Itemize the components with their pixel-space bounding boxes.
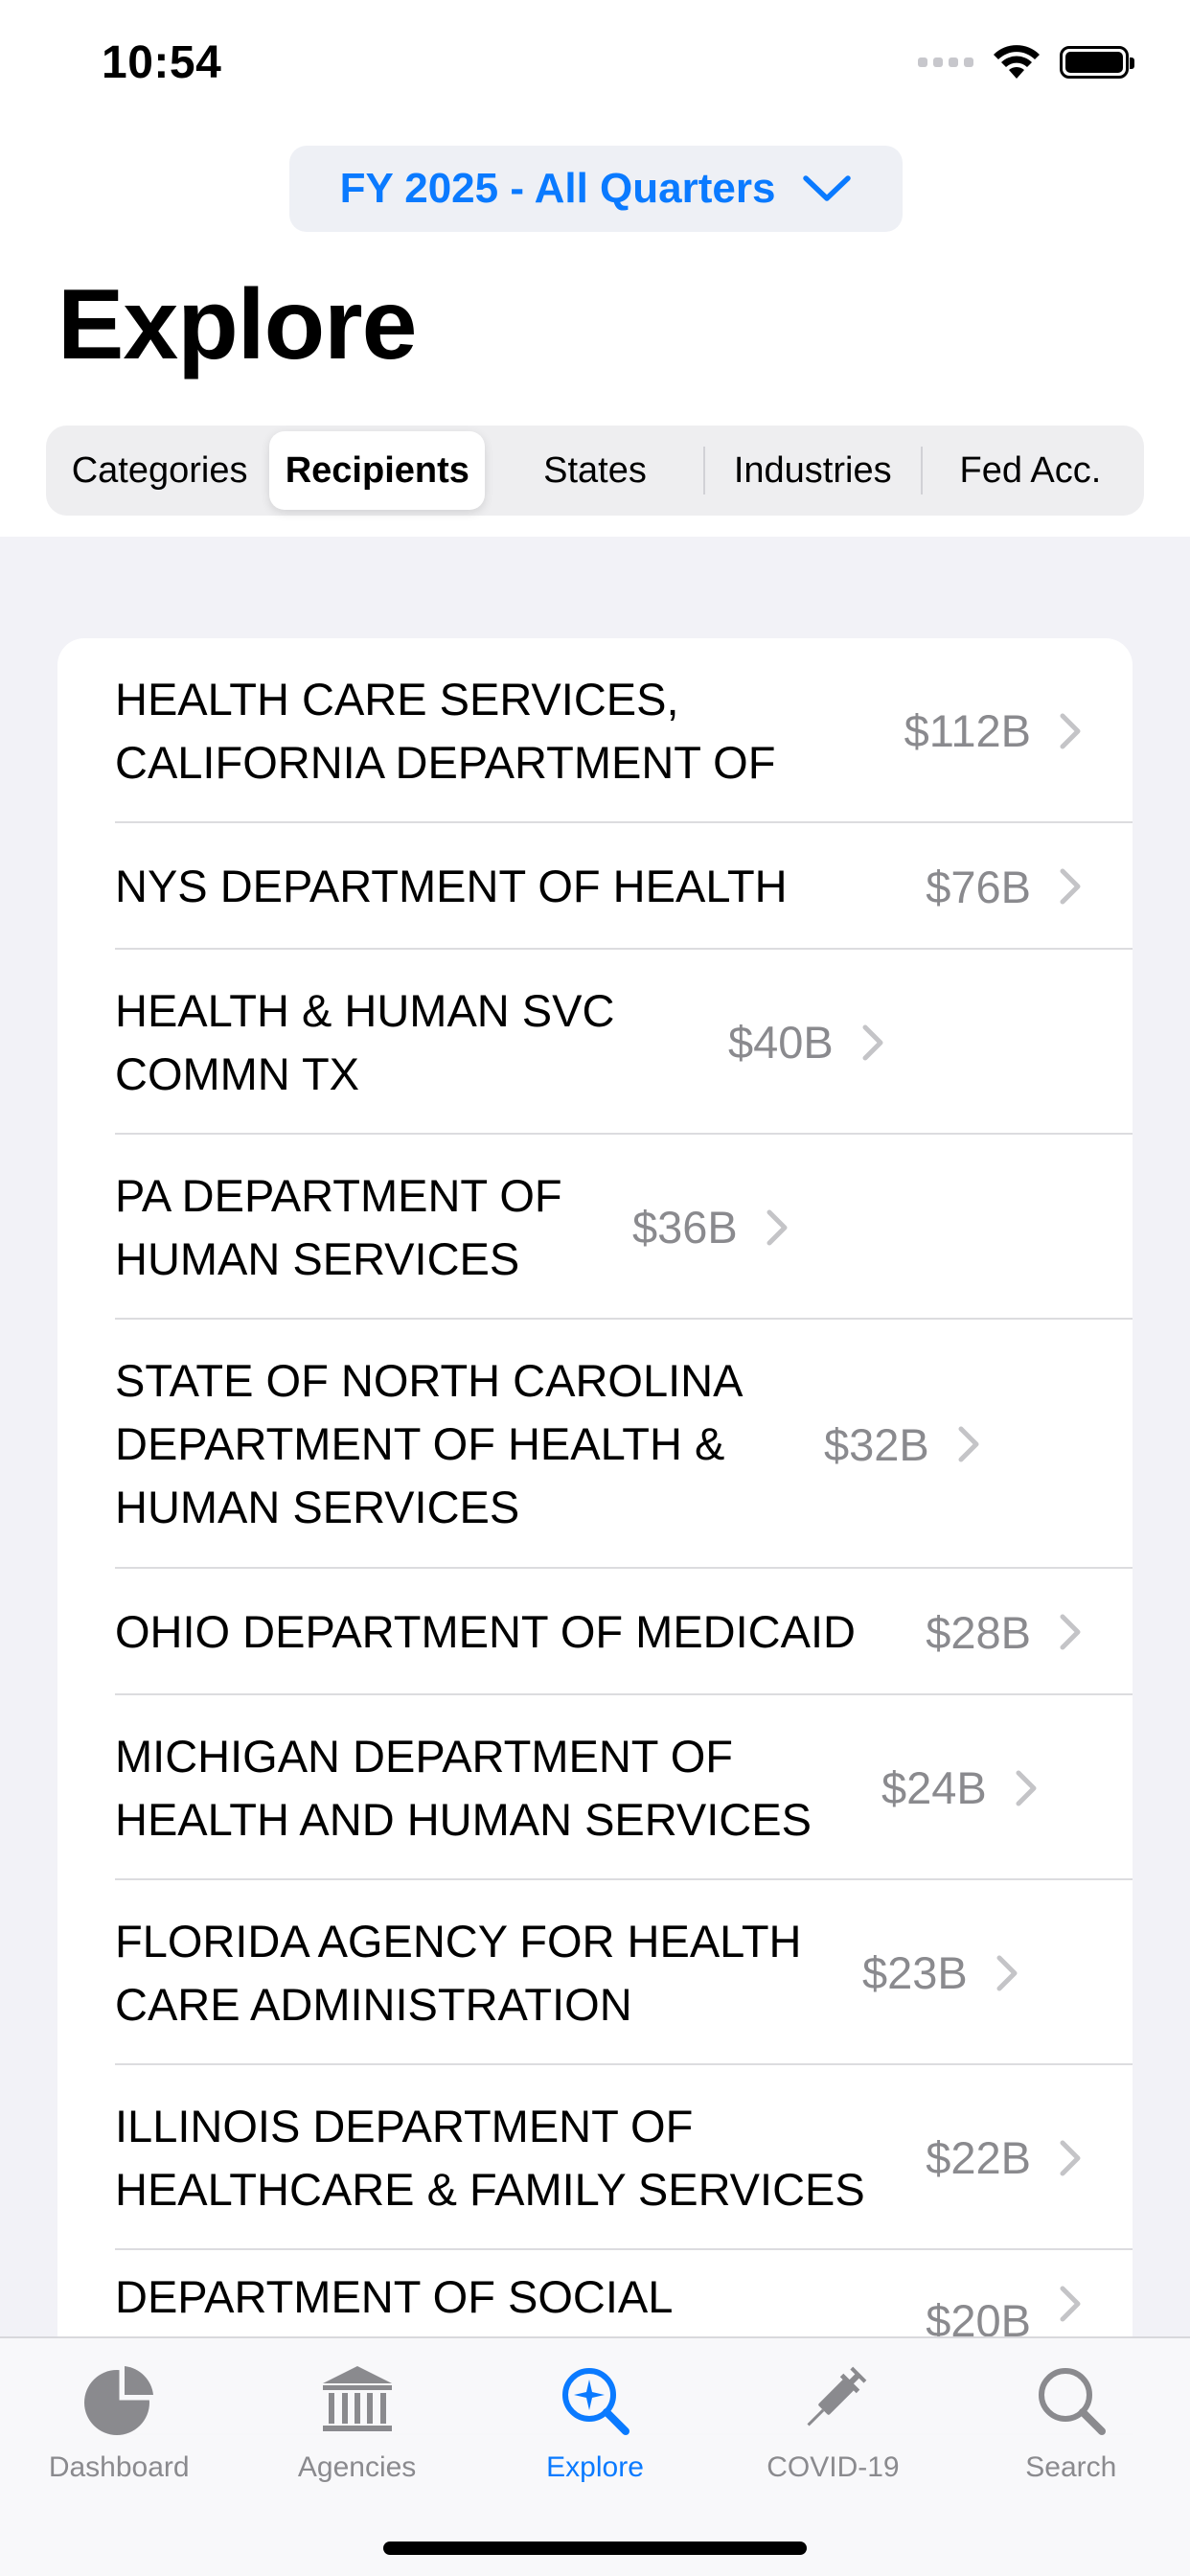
list-item[interactable]: HEALTH & HUMAN SVC COMMN TX $40B [57,950,1133,1135]
status-time: 10:54 [102,37,222,88]
list-item[interactable]: ILLINOIS DEPARTMENT OF HEALTHCARE & FAMI… [57,2065,1133,2250]
status-indicators [918,44,1134,80]
recipient-name: FLORIDA AGENCY FOR HEALTH CARE ADMINISTR… [115,1915,802,2030]
recipient-name: PA DEPARTMENT OF HUMAN SERVICES [115,1169,562,1284]
period-selector-button[interactable]: FY 2025 - All Quarters [289,146,903,232]
recipient-amount: $32B [824,1418,929,1470]
cellular-signal-icon [918,58,973,67]
segment-fed-acc[interactable]: Fed Acc. [923,431,1138,510]
header-area: 10:54 FY 2025 - All Quarters Explore Cat… [0,0,1190,537]
chevron-right-icon [767,1208,790,1247]
segment-industries[interactable]: Industries [705,431,921,510]
chevron-right-icon [1060,1613,1083,1651]
segmented-control: Categories Recipients States Industries … [46,426,1144,516]
chevron-right-icon [1060,867,1083,906]
syringe-icon [790,2358,876,2444]
tab-search[interactable]: Search [952,2338,1190,2576]
list-item[interactable]: HEALTH CARE SERVICES, CALIFORNIA DEPARTM… [57,638,1133,823]
recipient-name: STATE OF NORTH CAROLINA DEPARTMENT OF HE… [115,1355,741,1532]
magnifier-sparkle-icon [552,2358,638,2444]
recipient-name: HEALTH CARE SERVICES, CALIFORNIA DEPARTM… [115,673,776,788]
tab-bar: Dashboard Agencies Explore COVID-19 Sear… [0,2336,1190,2576]
building-columns-icon [314,2358,400,2444]
list-item[interactable]: NYS DEPARTMENT OF HEALTH $76B [57,823,1133,950]
recipient-name: NYS DEPARTMENT OF HEALTH [115,861,788,911]
chevron-right-icon [996,1954,1019,1992]
recipient-name: OHIO DEPARTMENT OF MEDICAID [115,1606,856,1657]
recipient-amount: $112B [904,705,1031,756]
list-item[interactable]: OHIO DEPARTMENT OF MEDICAID $28B [57,1569,1133,1695]
tab-dashboard[interactable]: Dashboard [0,2338,238,2576]
chevron-right-icon [1060,2266,1083,2322]
list-item[interactable]: PA DEPARTMENT OF HUMAN SERVICES $36B [57,1135,1133,1320]
page-title: Explore [57,269,417,380]
chevron-right-icon [1016,1769,1039,1807]
period-selector-label: FY 2025 - All Quarters [339,165,776,212]
recipient-amount: $20B [926,2295,1031,2346]
chevron-right-icon [1060,712,1083,750]
chevron-right-icon [958,1425,981,1463]
screen: 10:54 FY 2025 - All Quarters Explore Cat… [0,0,1190,2576]
pie-chart-icon [76,2358,162,2444]
wifi-icon [994,45,1040,79]
segment-states[interactable]: States [487,431,702,510]
tab-covid-19[interactable]: COVID-19 [714,2338,951,2576]
home-indicator [383,2542,807,2555]
recipient-amount: $76B [926,861,1031,912]
recipient-amount: $40B [728,1017,834,1068]
recipient-name: ILLINOIS DEPARTMENT OF HEALTHCARE & FAMI… [115,2100,865,2215]
list-item[interactable]: STATE OF NORTH CAROLINA DEPARTMENT OF HE… [57,1320,1133,1569]
chevron-down-icon [803,175,852,201]
battery-icon [1060,46,1134,79]
recipient-amount: $36B [632,1202,738,1253]
list-item[interactable]: MICHIGAN DEPARTMENT OF HEALTH AND HUMAN … [57,1695,1133,1880]
recipient-amount: $22B [926,2132,1031,2183]
recipient-name: DEPARTMENT OF SOCIAL [115,2271,674,2322]
recipient-amount: $28B [926,1606,1031,1658]
tab-explore[interactable]: Explore [476,2338,714,2576]
search-icon [1028,2358,1114,2444]
recipient-name: HEALTH & HUMAN SVC COMMN TX [115,984,615,1099]
recipient-amount: $24B [881,1762,987,1813]
recipients-list: HEALTH CARE SERVICES, CALIFORNIA DEPARTM… [57,638,1133,2576]
recipient-name: MICHIGAN DEPARTMENT OF HEALTH AND HUMAN … [115,1730,812,1845]
chevron-right-icon [862,1024,885,1062]
segment-categories[interactable]: Categories [52,431,267,510]
segment-recipients[interactable]: Recipients [269,431,486,510]
chevron-right-icon [1060,2139,1083,2177]
list-item[interactable]: FLORIDA AGENCY FOR HEALTH CARE ADMINISTR… [57,1880,1133,2065]
tab-agencies[interactable]: Agencies [238,2338,475,2576]
recipient-amount: $23B [862,1947,968,1998]
